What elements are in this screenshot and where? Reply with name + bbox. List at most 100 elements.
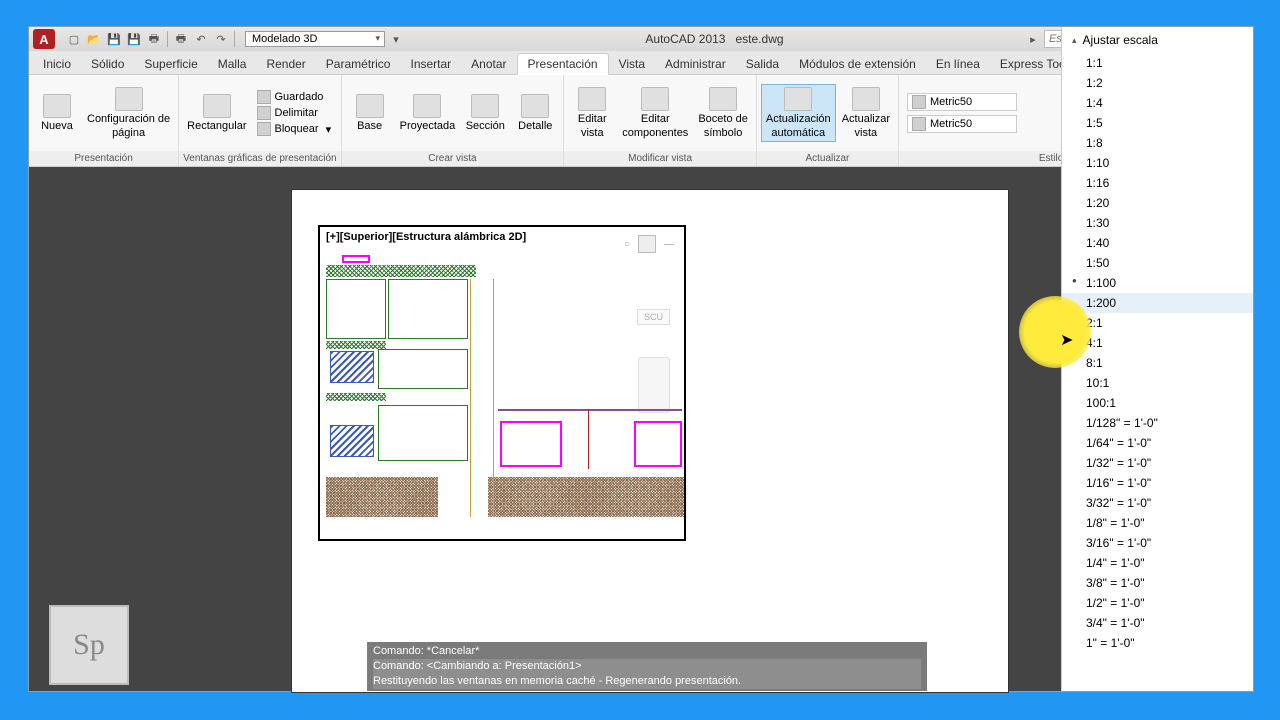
tab-malla[interactable]: Malla [208, 54, 257, 74]
scale-item[interactable]: 3/8" = 1'-0" [1062, 573, 1253, 593]
proyectada-button[interactable]: Proyectada [396, 92, 460, 134]
save-icon[interactable]: 💾 [105, 30, 123, 48]
saveas-icon[interactable]: 💾 [125, 30, 143, 48]
scale-item[interactable]: 8:1 [1062, 353, 1253, 373]
tab-presentación[interactable]: Presentación [517, 53, 609, 75]
panel-title: Presentación [29, 151, 178, 166]
app-name: AutoCAD 2013 [645, 32, 725, 46]
nueva-button[interactable]: Nueva [33, 92, 81, 134]
config-pagina-button[interactable]: Configuración depágina [83, 85, 174, 141]
scale-item[interactable]: 1/128" = 1'-0" [1062, 413, 1253, 433]
scale-item[interactable]: 100:1 [1062, 393, 1253, 413]
scale-item[interactable]: 1/2" = 1'-0" [1062, 593, 1253, 613]
scale-item[interactable]: 1/4" = 1'-0" [1062, 553, 1253, 573]
panel-ventanas: Rectangular Guardado Delimitar Bloquear … [179, 75, 341, 166]
delimitar-button[interactable]: Delimitar [257, 106, 332, 120]
scale-item[interactable]: 1:100 [1062, 273, 1253, 293]
scale-item[interactable]: 1:8 [1062, 133, 1253, 153]
scale-item[interactable]: 1:200 [1062, 293, 1253, 313]
panel-title: Modificar vista [564, 151, 756, 166]
panel-modificar-vista: Editarvista Editarcomponentes Boceto des… [564, 75, 757, 166]
actualizacion-automatica-button[interactable]: Actualizaciónautomática [761, 84, 836, 142]
panel-presentacion: Nueva Configuración depágina Presentació… [29, 75, 179, 166]
scale-item[interactable]: 1/8" = 1'-0" [1062, 513, 1253, 533]
scale-item[interactable]: 1/32" = 1'-0" [1062, 453, 1253, 473]
scale-item[interactable]: 1:40 [1062, 233, 1253, 253]
tab-inicio[interactable]: Inicio [33, 54, 81, 74]
scale-item[interactable]: 1:4 [1062, 93, 1253, 113]
guardado-icon [257, 90, 271, 104]
scale-item[interactable]: 3/4" = 1'-0" [1062, 613, 1253, 633]
viewport-label: [+][Superior][Estructura alámbrica 2D] [326, 231, 526, 243]
watermark-sp: Sp [49, 605, 129, 685]
workspace-dropdown[interactable]: Modelado 3D [245, 31, 385, 47]
delimitar-icon [257, 106, 271, 120]
editar-vista-button[interactable]: Editarvista [568, 85, 616, 141]
cmd-line: Comando: <Cambiando a: Presentación1> [373, 660, 582, 672]
command-line[interactable]: Comando: *Cancelar* Comando: <Cambiando … [367, 642, 927, 691]
tab-en-línea[interactable]: En línea [926, 54, 990, 74]
scale-item[interactable]: 1:30 [1062, 213, 1253, 233]
panel-title: Actualizar [757, 151, 898, 166]
paper-space[interactable]: [+][Superior][Estructura alámbrica 2D] ○… [291, 189, 1009, 693]
scale-item[interactable]: 1:1 [1062, 53, 1253, 73]
viewport[interactable]: [+][Superior][Estructura alámbrica 2D] ○… [318, 225, 686, 541]
actualizar-vista-button[interactable]: Actualizarvista [838, 85, 894, 141]
scale-item[interactable]: 3/32" = 1'-0" [1062, 493, 1253, 513]
undo-icon[interactable]: ↶ [192, 30, 210, 48]
scale-item[interactable]: 1:50 [1062, 253, 1253, 273]
title-arrow-icon[interactable]: ▸ [1024, 30, 1042, 48]
rectangular-button[interactable]: Rectangular [183, 92, 250, 134]
doc-name: este.dwg [736, 32, 784, 46]
tab-anotar[interactable]: Anotar [461, 54, 516, 74]
scale-item[interactable]: 3/16" = 1'-0" [1062, 533, 1253, 553]
open-icon[interactable]: 📂 [85, 30, 103, 48]
scale-item[interactable]: 1/16" = 1'-0" [1062, 473, 1253, 493]
tab-administrar[interactable]: Administrar [655, 54, 736, 74]
new-icon[interactable]: ▢ [65, 30, 83, 48]
viewcube-opts-icon[interactable]: — [664, 239, 674, 250]
plot-icon[interactable]: 🖶 [145, 30, 163, 48]
scale-item[interactable]: 1:10 [1062, 153, 1253, 173]
tab-vista[interactable]: Vista [609, 54, 655, 74]
workspace-opts-icon[interactable]: ▾ [387, 30, 405, 48]
boceto-simbolo-button[interactable]: Boceto desímbolo [694, 85, 752, 141]
scale-item[interactable]: 10:1 [1062, 373, 1253, 393]
redo-icon[interactable]: ↷ [212, 30, 230, 48]
editar-componentes-button[interactable]: Editarcomponentes [618, 85, 692, 141]
scale-item[interactable]: 4:1 [1062, 333, 1253, 353]
cmd-line: Restituyendo las ventanas en memoria cac… [373, 675, 741, 687]
panel-crear-vista: Base Proyectada Sección Detalle Crear vi… [342, 75, 565, 166]
tab-sólido[interactable]: Sólido [81, 54, 134, 74]
scale-item[interactable]: 1/64" = 1'-0" [1062, 433, 1253, 453]
scale-item[interactable]: 1" = 1'-0" [1062, 633, 1253, 653]
viewcube-min-icon[interactable]: ○ [624, 239, 630, 250]
scale-item[interactable]: 1:2 [1062, 73, 1253, 93]
panel-title: Crear vista [342, 151, 564, 166]
tab-superficie[interactable]: Superficie [134, 54, 207, 74]
detalle-button[interactable]: Detalle [511, 92, 559, 134]
base-button[interactable]: Base [346, 92, 394, 134]
tab-paramétrico[interactable]: Paramétrico [316, 54, 401, 74]
scale-header[interactable]: Ajustar escala [1062, 27, 1253, 53]
print-icon[interactable]: 🖶 [172, 30, 190, 48]
tab-salida[interactable]: Salida [736, 54, 789, 74]
scale-item[interactable]: 1:16 [1062, 173, 1253, 193]
style-row-1[interactable]: Metric50 [907, 93, 1017, 111]
panel-actualizar: Actualizaciónautomática Actualizarvista … [757, 75, 899, 166]
scale-item[interactable]: 2:1 [1062, 313, 1253, 333]
tab-insertar[interactable]: Insertar [400, 54, 461, 74]
drawing-content [322, 249, 682, 537]
tab-render[interactable]: Render [256, 54, 315, 74]
style-icon [912, 117, 926, 131]
scale-item[interactable]: 1:5 [1062, 113, 1253, 133]
cmd-line: Comando: *Cancelar* [373, 644, 921, 659]
style-row-2[interactable]: Metric50 [907, 115, 1017, 133]
style-icon [912, 95, 926, 109]
app-logo[interactable]: A [33, 29, 55, 49]
seccion-button[interactable]: Sección [461, 92, 509, 134]
tab-módulos-de-extensión[interactable]: Módulos de extensión [789, 54, 926, 74]
bloquear-button[interactable]: Bloquear ▾ [257, 122, 332, 136]
scale-item[interactable]: 1:20 [1062, 193, 1253, 213]
guardado-button[interactable]: Guardado [257, 90, 332, 104]
